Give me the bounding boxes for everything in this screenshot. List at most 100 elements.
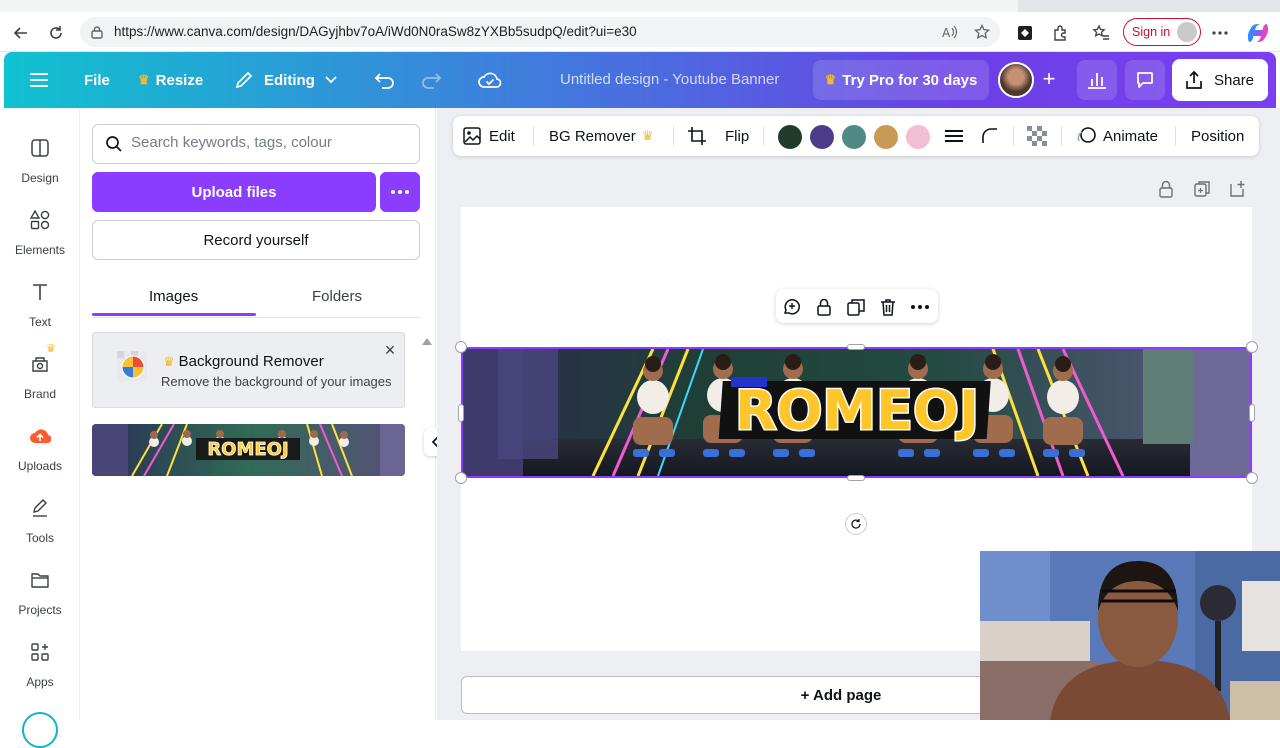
search-field[interactable] bbox=[92, 124, 420, 164]
pro-crown-icon: ♛ bbox=[641, 128, 654, 143]
editing-mode-button[interactable]: Editing bbox=[234, 52, 337, 108]
selected-banner-image[interactable]: ROMEOJ bbox=[461, 347, 1252, 478]
comment-add-icon[interactable] bbox=[782, 297, 802, 317]
sidebar-item-label: Tools bbox=[25, 531, 54, 545]
invite-plus-icon[interactable]: + bbox=[1036, 66, 1062, 92]
pro-crown-icon: ♛ bbox=[46, 343, 56, 355]
transparency-checker-icon bbox=[1027, 126, 1047, 146]
image-context-toolbar: Edit BG Remover ♛ Flip Animate Position bbox=[453, 116, 1259, 156]
favorites-icon[interactable] bbox=[1088, 20, 1114, 46]
sidebar-item-brand[interactable]: ♛ Brand bbox=[0, 343, 80, 412]
transparency-button[interactable] bbox=[1027, 116, 1047, 156]
active-browser-tab[interactable] bbox=[0, 0, 1018, 12]
tab-folders[interactable]: Folders bbox=[312, 288, 362, 305]
sidebar-item-label: Design bbox=[21, 171, 59, 185]
brand-icon: ♛ bbox=[28, 343, 56, 376]
insights-button[interactable] bbox=[1077, 60, 1117, 100]
promo-title-text: Background Remover bbox=[178, 353, 324, 370]
hamburger-icon bbox=[30, 73, 48, 87]
resize-handle-bottom-left[interactable] bbox=[455, 472, 467, 484]
sidebar-item-apps[interactable]: Apps bbox=[0, 636, 80, 700]
undo-button[interactable] bbox=[374, 52, 396, 108]
crop-button[interactable] bbox=[687, 116, 707, 156]
uploaded-image-thumbnail[interactable]: ROMEOJ bbox=[92, 424, 405, 476]
lock-icon[interactable] bbox=[814, 297, 834, 317]
position-button[interactable]: Position bbox=[1191, 116, 1244, 156]
pencil-icon bbox=[235, 71, 253, 89]
sidebar-item-projects[interactable]: Projects bbox=[0, 564, 80, 628]
resize-handle-top-right[interactable] bbox=[1246, 341, 1258, 353]
back-icon[interactable] bbox=[8, 20, 34, 46]
magic-media-icon[interactable] bbox=[22, 712, 58, 748]
corner-rounding-button[interactable] bbox=[981, 116, 999, 156]
lock-page-icon[interactable] bbox=[1158, 180, 1174, 198]
animate-button[interactable]: Animate bbox=[1075, 116, 1158, 156]
color-swatch-tan[interactable] bbox=[874, 125, 898, 149]
more-menu-icon[interactable] bbox=[1207, 20, 1233, 46]
resize-handle-top[interactable] bbox=[847, 344, 865, 350]
tab-images[interactable]: Images bbox=[149, 288, 198, 305]
resize-handle-bottom[interactable] bbox=[847, 475, 865, 481]
bg-remover-button[interactable]: BG Remover ♛ bbox=[549, 116, 653, 156]
resize-handle-right[interactable] bbox=[1249, 404, 1255, 422]
extensions-puzzle-icon[interactable] bbox=[1048, 20, 1074, 46]
read-aloud-icon[interactable]: A bbox=[942, 25, 958, 39]
flip-button[interactable]: Flip bbox=[725, 116, 749, 156]
edit-image-icon bbox=[463, 127, 481, 145]
menu-button[interactable] bbox=[30, 52, 48, 108]
save-status-button[interactable] bbox=[478, 52, 502, 108]
chevron-down-icon bbox=[325, 76, 337, 84]
duplicate-page-icon[interactable] bbox=[1194, 180, 1210, 198]
try-pro-button[interactable]: ♛ Try Pro for 30 days bbox=[813, 60, 989, 100]
color-swatch-teal[interactable] bbox=[842, 125, 866, 149]
toolbar-divider bbox=[1175, 126, 1176, 146]
upload-options-button[interactable] bbox=[380, 172, 420, 212]
record-yourself-button[interactable]: Record yourself bbox=[92, 220, 420, 260]
bg-remover-promo-card[interactable]: ♛ Background Remover Remove the backgrou… bbox=[92, 332, 405, 408]
reload-icon[interactable] bbox=[43, 20, 69, 46]
animate-icon bbox=[1077, 127, 1096, 143]
sidebar-item-design[interactable]: Design bbox=[0, 132, 80, 196]
resize-button[interactable]: ♛ Resize bbox=[138, 52, 203, 108]
close-icon[interactable]: × bbox=[381, 341, 399, 359]
border-style-button[interactable] bbox=[945, 116, 963, 156]
sign-in-button[interactable]: Sign in bbox=[1123, 18, 1201, 46]
extension-icon[interactable] bbox=[1012, 20, 1038, 46]
search-input[interactable] bbox=[131, 134, 401, 151]
sidebar-item-uploads[interactable]: Uploads bbox=[0, 420, 80, 484]
comments-button[interactable] bbox=[1125, 60, 1165, 100]
share-label: Share bbox=[1214, 71, 1255, 89]
promo-subtitle: Remove the background of your images bbox=[161, 374, 392, 389]
scroll-up-arrow-icon[interactable] bbox=[422, 338, 432, 345]
sidebar-item-tools[interactable]: Tools bbox=[0, 492, 80, 556]
resize-handle-top-left[interactable] bbox=[455, 341, 467, 353]
user-avatar[interactable] bbox=[998, 62, 1034, 98]
redo-button[interactable] bbox=[420, 52, 442, 108]
color-swatch-dark-green[interactable] bbox=[778, 125, 802, 149]
sidebar-item-label: Brand bbox=[23, 387, 57, 401]
upload-tabs: Images Folders bbox=[92, 276, 420, 318]
sidebar-item-text[interactable]: Text bbox=[0, 276, 80, 340]
add-page-icon[interactable] bbox=[1230, 180, 1246, 198]
try-pro-label: Try Pro for 30 days bbox=[842, 71, 978, 89]
rotate-handle[interactable] bbox=[845, 513, 867, 535]
address-bar[interactable]: https://www.canva.com/design/DAGyjhbv7oA… bbox=[80, 17, 1000, 47]
resize-handle-left[interactable] bbox=[458, 404, 464, 422]
trash-icon[interactable] bbox=[878, 297, 898, 317]
color-swatch-pink[interactable] bbox=[906, 125, 930, 149]
design-title[interactable]: Untitled design - Youtube Banner bbox=[560, 71, 779, 88]
pro-crown-icon: ♛ bbox=[163, 353, 175, 369]
share-button[interactable]: Share bbox=[1172, 59, 1268, 101]
more-dots-icon[interactable] bbox=[910, 297, 930, 317]
sidebar-item-elements[interactable]: Elements bbox=[0, 204, 80, 268]
edit-image-button[interactable]: Edit bbox=[463, 116, 515, 156]
share-upload-icon bbox=[1186, 70, 1202, 89]
upload-files-button[interactable]: Upload files bbox=[92, 172, 376, 212]
duplicate-icon[interactable] bbox=[846, 297, 866, 317]
sidebar-item-label: Elements bbox=[14, 243, 66, 257]
color-swatch-purple[interactable] bbox=[810, 125, 834, 149]
favorite-star-icon[interactable] bbox=[974, 24, 990, 40]
resize-handle-bottom-right[interactable] bbox=[1246, 472, 1258, 484]
file-menu-button[interactable]: File bbox=[84, 52, 110, 108]
copilot-icon[interactable] bbox=[1245, 20, 1271, 46]
